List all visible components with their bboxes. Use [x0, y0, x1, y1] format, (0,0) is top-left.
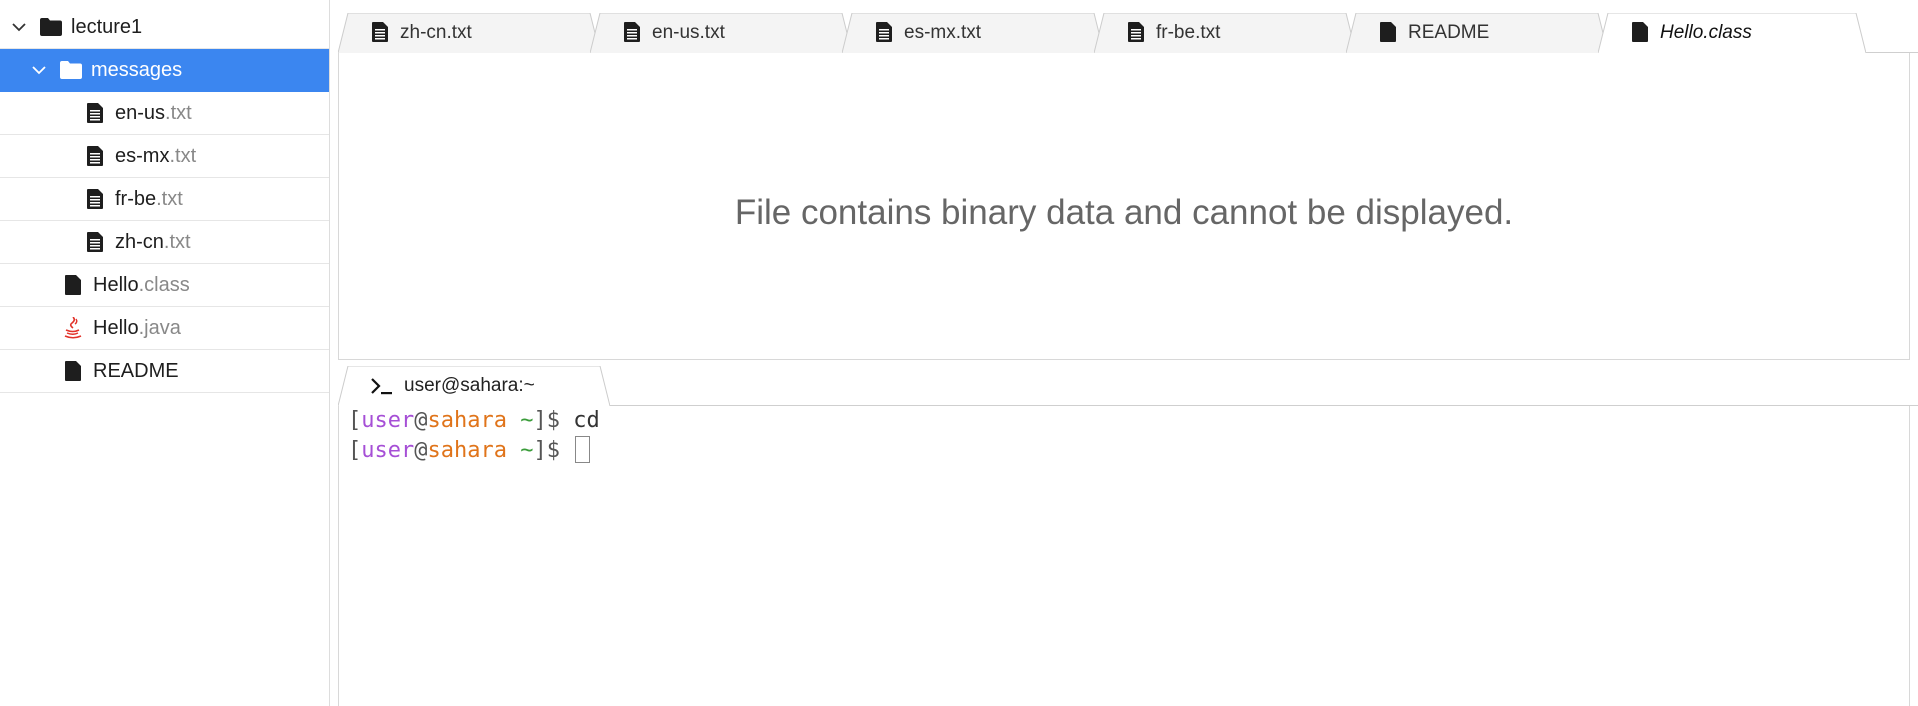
text-file-icon	[876, 22, 894, 44]
tab-es-mx-txt[interactable]: es-mx.txt	[842, 13, 1104, 53]
chevron-down-icon[interactable]	[8, 16, 30, 38]
binary-file-message: File contains binary data and cannot be …	[734, 193, 1514, 232]
editor-tab-bar: zh-cn.txt en-us.txt es-mx.txt fr-be.txt	[338, 10, 1918, 53]
tab-label: en-us.txt	[652, 22, 725, 43]
text-file-icon	[1128, 22, 1146, 44]
prompt-host: sahara	[427, 438, 507, 463]
tree-item-label: README	[93, 359, 179, 382]
text-file-icon	[84, 101, 106, 125]
file-icon	[1380, 22, 1398, 44]
tree-item-ext: .txt	[156, 187, 183, 210]
tab-readme[interactable]: README	[1346, 13, 1608, 53]
folder-icon	[40, 15, 62, 39]
terminal-line: [user@sahara ~]$ cd	[348, 406, 600, 436]
tree-item-fr-be-txt[interactable]: fr-be .txt	[0, 178, 329, 221]
prompt-path: ~	[520, 408, 534, 433]
tree-item-ext: .class	[138, 273, 190, 296]
tab-label: README	[1408, 22, 1490, 43]
prompt-close: ]$	[533, 438, 560, 463]
tree-item-lecture1[interactable]: lecture1	[0, 6, 329, 49]
prompt-bracket: [	[348, 408, 362, 433]
tree-item-zh-cn-txt[interactable]: zh-cn .txt	[0, 221, 329, 264]
tab-terminal[interactable]: user@sahara:~	[338, 366, 610, 406]
prompt-at: @	[414, 438, 428, 463]
tree-item-hello-java[interactable]: Hello .java	[0, 307, 329, 350]
tab-label: fr-be.txt	[1156, 22, 1221, 43]
tab-fr-be-txt[interactable]: fr-be.txt	[1094, 13, 1356, 53]
text-file-icon	[84, 230, 106, 254]
terminal-line: [user@sahara ~]$	[348, 435, 591, 466]
text-file-icon	[624, 22, 642, 44]
file-icon	[62, 359, 84, 383]
tree-item-readme[interactable]: README	[0, 350, 329, 393]
terminal-cursor	[575, 435, 591, 463]
tree-item-messages[interactable]: messages	[0, 49, 329, 92]
file-icon	[62, 273, 84, 297]
tree-item-label: messages	[91, 58, 183, 81]
tree-item-label: lecture1	[71, 15, 143, 38]
tree-item-label: es-mx	[115, 144, 170, 167]
text-file-icon	[84, 187, 106, 211]
tab-hello-class[interactable]: Hello.class	[1598, 13, 1866, 53]
prompt-bracket: [	[348, 438, 362, 463]
tree-item-label: zh-cn	[115, 230, 164, 253]
folder-icon	[60, 58, 82, 82]
tab-label: es-mx.txt	[904, 22, 982, 43]
file-tree-sidebar: lecture1 messages en-us .txt es-mx .txt fr…	[0, 0, 330, 706]
terminal-area: user@sahara:~ [user@sahara ~]$ cd [user@…	[338, 366, 1918, 706]
terminal-tab-bar: user@sahara:~	[338, 366, 1918, 406]
tree-item-ext: .txt	[165, 101, 192, 124]
chevron-down-icon[interactable]	[28, 59, 50, 81]
tree-item-label: fr-be	[115, 187, 157, 210]
terminal-output[interactable]: [user@sahara ~]$ cd [user@sahara ~]$	[338, 406, 1910, 706]
tab-label: Hello.class	[1660, 22, 1752, 43]
editor-area: zh-cn.txt en-us.txt es-mx.txt fr-be.txt	[338, 10, 1918, 360]
tab-label: zh-cn.txt	[400, 22, 472, 43]
prompt-close: ]$	[533, 408, 560, 433]
file-icon	[1632, 22, 1650, 44]
tree-item-label: en-us	[115, 101, 166, 124]
prompt-path: ~	[520, 438, 534, 463]
tree-item-ext: .java	[138, 316, 181, 339]
prompt-user: user	[361, 408, 415, 433]
tree-item-label: Hello	[93, 273, 139, 296]
prompt-user: user	[361, 438, 415, 463]
java-icon	[62, 316, 84, 340]
tab-zh-cn-txt[interactable]: zh-cn.txt	[338, 13, 600, 53]
tree-item-ext: .txt	[169, 144, 197, 167]
prompt-host: sahara	[427, 408, 507, 433]
tree-item-es-mx-txt[interactable]: es-mx .txt	[0, 135, 329, 178]
tree-item-ext: .txt	[163, 230, 191, 253]
prompt-at: @	[414, 408, 428, 433]
tab-en-us-txt[interactable]: en-us.txt	[590, 13, 852, 53]
tab-label: user@sahara:~	[404, 375, 535, 396]
terminal-command: cd	[573, 408, 600, 433]
terminal-icon	[370, 376, 394, 396]
text-file-icon	[84, 144, 106, 168]
editor-panel: File contains binary data and cannot be …	[338, 53, 1910, 360]
tree-item-hello-class[interactable]: Hello .class	[0, 264, 329, 307]
tree-item-en-us-txt[interactable]: en-us .txt	[0, 92, 329, 135]
tree-item-label: Hello	[93, 316, 139, 339]
text-file-icon	[372, 22, 390, 44]
